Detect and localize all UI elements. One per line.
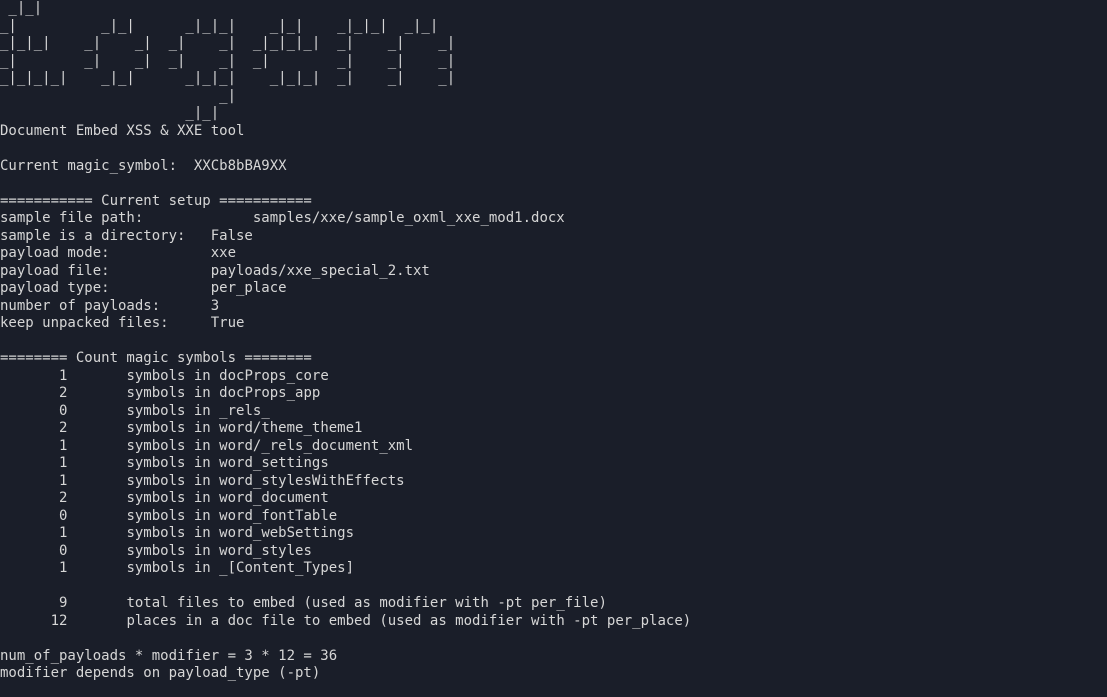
count-text: symbols in word_settings <box>126 455 328 471</box>
blank-line <box>0 578 1107 596</box>
count-text: symbols in word_webSettings <box>126 525 354 541</box>
setup-header: =========== Current setup =========== <box>0 193 1107 211</box>
total-row: 9 total files to embed (used as modifier… <box>0 595 1107 613</box>
count-row: 2 symbols in docProps_app <box>0 385 1107 403</box>
terminal-output: _|_| _| _|_| _|_|_| _|_| _|_|_| _|_| _|_… <box>0 0 1107 683</box>
count-row: 0 symbols in word_styles <box>0 543 1107 561</box>
count-row: 1 symbols in _[Content_Types] <box>0 560 1107 578</box>
setup-label: payload mode: <box>0 245 211 261</box>
count-text: symbols in docProps_app <box>126 385 320 401</box>
setup-row: keep unpacked files: True <box>0 315 1107 333</box>
setup-label: keep unpacked files: <box>0 315 211 331</box>
setup-label: payload file: <box>0 263 211 279</box>
count-header: ======== Count magic symbols ======== <box>0 350 1107 368</box>
count-number: 2 <box>0 420 67 436</box>
setup-label: sample is a directory: <box>0 228 211 244</box>
setup-value: per_place <box>211 280 287 296</box>
magic-symbol-label: Current magic_symbol: <box>0 158 194 174</box>
setup-row: sample file path: samples/xxe/sample_oxm… <box>0 210 1107 228</box>
blank-line <box>0 630 1107 648</box>
blank-line <box>0 140 1107 158</box>
count-text: symbols in word_document <box>126 490 328 506</box>
setup-row: sample is a directory: False <box>0 228 1107 246</box>
count-number: 0 <box>0 543 67 559</box>
count-text: symbols in _[Content_Types] <box>126 560 354 576</box>
setup-row: payload file: payloads/xxe_special_2.txt <box>0 263 1107 281</box>
setup-row: number of payloads: 3 <box>0 298 1107 316</box>
count-number: 0 <box>0 403 67 419</box>
count-number: 1 <box>0 455 67 471</box>
count-row: 2 symbols in word_document <box>0 490 1107 508</box>
count-row: 2 symbols in word/theme_theme1 <box>0 420 1107 438</box>
magic-symbol-line: Current magic_symbol: XXCb8bBA9XX <box>0 158 1107 176</box>
count-row: 1 symbols in docProps_core <box>0 368 1107 386</box>
total-row: 12 places in a doc file to embed (used a… <box>0 613 1107 631</box>
total-number: 9 <box>0 595 67 611</box>
count-number: 2 <box>0 385 67 401</box>
count-row: 1 symbols in word_settings <box>0 455 1107 473</box>
count-row: 1 symbols in word/_rels_document_xml <box>0 438 1107 456</box>
setup-value: 3 <box>211 298 219 314</box>
subtitle: Document Embed XSS & XXE tool <box>0 123 1107 141</box>
setup-value: payloads/xxe_special_2.txt <box>211 263 430 279</box>
count-text: symbols in word_stylesWithEffects <box>126 473 404 489</box>
setup-value: xxe <box>211 245 236 261</box>
count-number: 2 <box>0 490 67 506</box>
magic-symbol-value: XXCb8bBA9XX <box>194 158 287 174</box>
setup-value: True <box>211 315 245 331</box>
count-number: 1 <box>0 560 67 576</box>
count-text: symbols in word/_rels_document_xml <box>126 438 413 454</box>
setup-label: number of payloads: <box>0 298 211 314</box>
ascii-art-line: _|_|_|_| _|_| _|_|_| _|_|_| _| _| _| <box>0 70 1107 88</box>
blank-line <box>0 175 1107 193</box>
ascii-art-line: _|_|_| _| _| _| _| _|_|_|_| _| _| _| <box>0 35 1107 53</box>
count-text: symbols in word/theme_theme1 <box>126 420 362 436</box>
setup-value: samples/xxe/sample_oxml_xxe_mod1.docx <box>253 210 565 226</box>
ascii-art-line: _|_| <box>0 105 1107 123</box>
ascii-art-line: _| _|_| _|_|_| _|_| _|_|_| _|_| <box>0 18 1107 36</box>
count-text: symbols in word_styles <box>126 543 311 559</box>
count-number: 1 <box>0 525 67 541</box>
count-row: 1 symbols in word_webSettings <box>0 525 1107 543</box>
count-row: 0 symbols in _rels_ <box>0 403 1107 421</box>
footer-note: modifier depends on payload_type (-pt) <box>0 665 1107 683</box>
blank-line <box>0 333 1107 351</box>
total-text: total files to embed (used as modifier w… <box>126 595 606 611</box>
setup-value: False <box>211 228 253 244</box>
total-number: 12 <box>0 613 67 629</box>
count-text: symbols in _rels_ <box>126 403 269 419</box>
count-number: 1 <box>0 473 67 489</box>
footer-equation: num_of_payloads * modifier = 3 * 12 = 36 <box>0 648 1107 666</box>
count-text: symbols in word_fontTable <box>126 508 337 524</box>
ascii-art-line: _|_| <box>0 0 1107 18</box>
setup-label: payload type: <box>0 280 211 296</box>
count-number: 1 <box>0 438 67 454</box>
ascii-art-line: _| <box>0 88 1107 106</box>
count-row: 1 symbols in word_stylesWithEffects <box>0 473 1107 491</box>
setup-label: sample file path: <box>0 210 253 226</box>
setup-row: payload type: per_place <box>0 280 1107 298</box>
count-text: symbols in docProps_core <box>126 368 328 384</box>
total-text: places in a doc file to embed (used as m… <box>126 613 691 629</box>
count-number: 0 <box>0 508 67 524</box>
ascii-art-line: _| _| _| _| _| _| _| _| _| <box>0 53 1107 71</box>
setup-row: payload mode: xxe <box>0 245 1107 263</box>
count-row: 0 symbols in word_fontTable <box>0 508 1107 526</box>
count-number: 1 <box>0 368 67 384</box>
